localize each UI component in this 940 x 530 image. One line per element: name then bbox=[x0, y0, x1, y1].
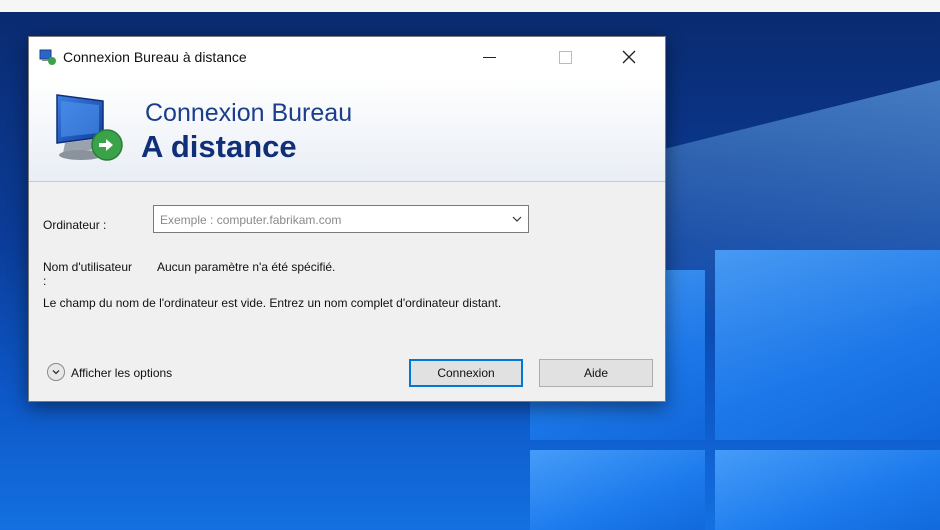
desktop-top-edge bbox=[0, 0, 940, 12]
username-label: Nom d'utilisateur : bbox=[43, 260, 132, 288]
expand-options-icon[interactable] bbox=[47, 363, 65, 381]
computer-label: Ordinateur : bbox=[43, 218, 107, 232]
remote-desktop-monitor-icon bbox=[56, 94, 123, 161]
computer-combobox[interactable]: Exemple : computer.fabrikam.com bbox=[153, 205, 529, 233]
minimize-icon bbox=[482, 56, 496, 58]
maximize-icon bbox=[558, 50, 572, 64]
remote-desktop-icon bbox=[39, 49, 56, 65]
title-bar[interactable]: Connexion Bureau à distance bbox=[29, 37, 665, 77]
banner-title-line2: A distance bbox=[141, 129, 297, 164]
help-button[interactable]: Aide bbox=[539, 359, 653, 387]
username-value: Aucun paramètre n'a été spécifié. bbox=[157, 260, 336, 274]
window-title: Connexion Bureau à distance bbox=[63, 49, 247, 65]
minimize-button[interactable] bbox=[463, 37, 515, 77]
show-options-label[interactable]: Afficher les options bbox=[71, 366, 172, 380]
close-button[interactable] bbox=[603, 37, 655, 77]
computer-placeholder: Exemple : computer.fabrikam.com bbox=[160, 213, 342, 227]
chevron-down-icon[interactable] bbox=[512, 214, 522, 224]
banner-title-line1: Connexion Bureau bbox=[145, 99, 353, 127]
show-options-toggle[interactable]: Afficher les options bbox=[47, 363, 247, 383]
remote-desktop-dialog: Connexion Bureau à distance Connexion Bu bbox=[28, 36, 666, 402]
banner: Connexion Bureau A distance bbox=[29, 77, 665, 182]
empty-computer-message: Le champ du nom de l'ordinateur est vide… bbox=[43, 296, 502, 310]
close-icon bbox=[622, 50, 636, 64]
maximize-button[interactable] bbox=[539, 37, 591, 77]
connect-button[interactable]: Connexion bbox=[409, 359, 523, 387]
